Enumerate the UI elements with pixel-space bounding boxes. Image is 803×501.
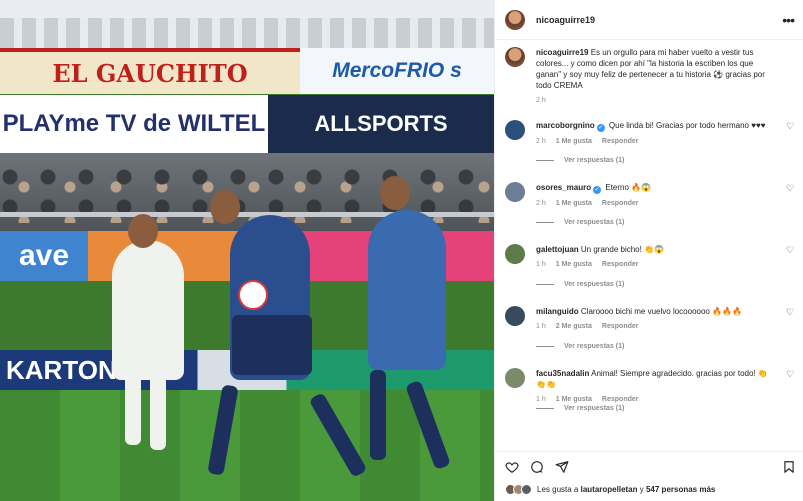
comment-likes[interactable]: 2 Me gusta [556, 321, 592, 332]
caption-time: 2 h [536, 97, 546, 104]
caption-avatar[interactable] [505, 47, 525, 67]
author-avatar[interactable] [505, 9, 525, 30]
view-replies-label: Ver respuestas (1) [564, 405, 625, 412]
replies-line [536, 346, 554, 347]
comments-list[interactable]: nicoaguirre19 Es un orgullo para mi habe… [495, 41, 803, 451]
comment-username[interactable]: marcoborgnino [536, 121, 595, 130]
ad-board-gauchito: EL GAUCHITO [0, 48, 300, 94]
comment-like-heart-icon[interactable]: ♡ [786, 184, 795, 193]
view-replies-button[interactable]: Ver respuestas (1) [536, 405, 624, 412]
player-leg [125, 375, 141, 445]
comment-text: Eterno 🔥😱 [605, 183, 652, 192]
post-header: nicoaguirre19 ••• [495, 0, 803, 40]
comment-likes[interactable]: 1 Me gusta [556, 198, 592, 209]
player-head [210, 190, 240, 224]
replies-line [536, 160, 554, 161]
reply-button[interactable]: Responder [602, 259, 639, 270]
player-blue-kit-right [368, 210, 446, 370]
reply-button[interactable]: Responder [602, 321, 639, 332]
send-icon[interactable] [555, 460, 569, 474]
comment-likes[interactable]: 1 Me gusta [556, 259, 592, 270]
comment-time: 1 h [536, 396, 546, 403]
ad-board-ave: ave [0, 231, 88, 281]
author-username[interactable]: nicoaguirre19 [536, 15, 595, 25]
comment-likes[interactable]: 1 Me gusta [556, 394, 592, 405]
replies-line [536, 408, 554, 409]
comment-username[interactable]: osores_mauro [536, 183, 591, 192]
likes-summary[interactable]: Les gusta a lautaropelletan y 547 person… [505, 484, 715, 495]
ad-board-allsports: ALLSPORTS [268, 95, 494, 153]
reply-button[interactable]: Responder [602, 394, 639, 405]
comment-like-heart-icon[interactable]: ♡ [786, 370, 795, 379]
liker-avatar [521, 484, 532, 495]
comment-time: 2 h [536, 200, 546, 207]
view-replies-label: Ver respuestas (1) [564, 281, 625, 288]
comment-like-heart-icon[interactable]: ♡ [786, 308, 795, 317]
comment-username[interactable]: galettojuan [536, 245, 579, 254]
player-shorts [232, 315, 312, 375]
view-replies-button[interactable]: Ver respuestas (1) [536, 157, 624, 164]
view-replies-label: Ver respuestas (1) [564, 219, 625, 226]
comment-icon[interactable] [530, 460, 544, 474]
more-horizontal-icon[interactable]: ••• [782, 12, 795, 28]
player-leg [150, 375, 166, 450]
likes-joiner: y [639, 485, 644, 494]
comment-likes[interactable]: 1 Me gusta [556, 136, 592, 147]
football [238, 280, 268, 310]
player-head [128, 214, 158, 248]
verified-badge-icon: ✓ [593, 186, 602, 194]
comment-like-heart-icon[interactable]: ♡ [786, 122, 795, 131]
comment-username[interactable]: facu35nadalin [536, 369, 589, 378]
comment-username[interactable]: milanguido [536, 307, 579, 316]
commenter-avatar[interactable] [505, 244, 525, 264]
likes-user[interactable]: lautaropelletan [581, 485, 638, 494]
bookmark-icon[interactable] [782, 460, 796, 474]
comment-text: Claroooo bichi me vuelvo locoooooo 🔥🔥🔥 [580, 307, 742, 316]
view-replies-button[interactable]: Ver respuestas (1) [536, 281, 624, 288]
comment-time: 1 h [536, 261, 546, 268]
replies-line [536, 222, 554, 223]
commenter-avatar[interactable] [505, 368, 525, 388]
reply-button[interactable]: Responder [602, 198, 639, 209]
stadium-stand [0, 18, 494, 48]
comment-text: Un grande bicho! 👏😱 [580, 245, 664, 254]
commenter-avatar[interactable] [505, 182, 525, 202]
view-replies-label: Ver respuestas (1) [564, 343, 625, 350]
likes-prefix: Les gusta a [537, 485, 579, 494]
commenter-avatar[interactable] [505, 120, 525, 140]
replies-line [536, 284, 554, 285]
ad-board-playme: PLAYme TV de WILTEL [0, 95, 268, 153]
view-replies-button[interactable]: Ver respuestas (1) [536, 219, 624, 226]
verified-badge-icon: ✓ [596, 124, 605, 132]
view-replies-label: Ver respuestas (1) [564, 157, 625, 164]
post-side-panel: nicoaguirre19 ••• nicoaguirre19 Es un or… [494, 0, 803, 501]
comment-time: 1 h [536, 323, 546, 330]
view-replies-button[interactable]: Ver respuestas (1) [536, 343, 624, 350]
comment-text: Que linda bi! Gracias por todo hermano ♥… [608, 121, 766, 130]
player-leg [370, 370, 386, 460]
player-head [380, 176, 410, 210]
ad-board-mercofrio: MercoFRIO s [300, 48, 494, 94]
heart-icon[interactable] [505, 460, 519, 474]
reply-button[interactable]: Responder [602, 136, 639, 147]
comment-time: 2 h [536, 138, 546, 145]
commenter-avatar[interactable] [505, 306, 525, 326]
likes-others[interactable]: 547 personas más [646, 485, 715, 494]
player-white-kit [112, 240, 184, 380]
post-actions: Les gusta a lautaropelletan y 547 person… [495, 451, 803, 501]
post-photo: EL GAUCHITO MercoFRIO s PLAYme TV de WIL… [0, 0, 494, 501]
comment-like-heart-icon[interactable]: ♡ [786, 246, 795, 255]
caption-username[interactable]: nicoaguirre19 [536, 48, 588, 57]
